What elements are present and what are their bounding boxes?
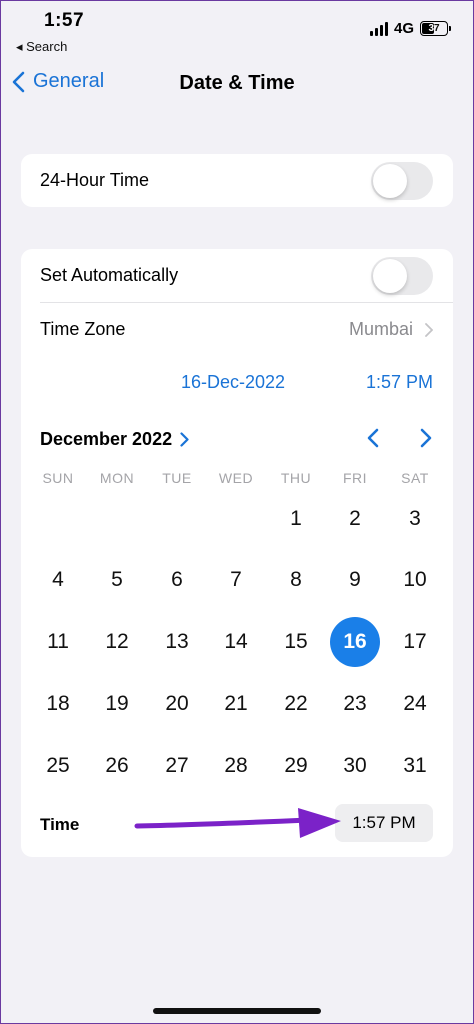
hour24-toggle[interactable] (371, 162, 433, 200)
calendar-day[interactable]: 8 (271, 555, 321, 605)
weekday-header-wed: WED (218, 470, 254, 486)
calendar-day[interactable]: 3 (390, 494, 440, 544)
calendar-day[interactable]: 22 (271, 679, 321, 729)
calendar-day[interactable]: 25 (33, 741, 83, 791)
weekday-header-sun: SUN (42, 470, 74, 486)
previous-month-button[interactable] (366, 427, 380, 454)
time-picker-value: 1:57 PM (352, 813, 416, 832)
weekday-header-sat: SAT (401, 470, 429, 486)
calendar-day[interactable]: 27 (152, 741, 202, 791)
calendar-day[interactable]: 5 (92, 555, 142, 605)
hour24-label: 24-Hour Time (40, 170, 150, 190)
annotation-arrow-icon (134, 808, 341, 838)
month-year-label: December 2022 (40, 429, 173, 449)
set-automatically-label: Set Automatically (40, 265, 179, 285)
time-zone-value: Mumbai (348, 319, 413, 339)
calendar-day[interactable]: 4 (33, 555, 83, 605)
calendar-day[interactable]: 31 (390, 741, 440, 791)
weekday-header-mon: MON (99, 470, 135, 486)
time-picker-button[interactable]: 1:57 PM (335, 804, 433, 842)
calendar-day-selected[interactable]: 16 (330, 617, 380, 667)
calendar-day[interactable]: 12 (92, 617, 142, 667)
calendar-day[interactable]: 2 (330, 494, 380, 544)
chevron-right-icon (425, 322, 433, 337)
calendar-day[interactable]: 10 (390, 555, 440, 605)
calendar-day[interactable]: 9 (330, 555, 380, 605)
calendar-day[interactable]: 23 (330, 679, 380, 729)
weekday-header-fri: FRI (342, 470, 368, 486)
time-zone-row[interactable]: Time Zone Mumbai (21, 303, 453, 356)
calendar-day[interactable]: 29 (271, 741, 321, 791)
calendar-day[interactable]: 21 (211, 679, 261, 729)
page-title: Date & Time (179, 72, 295, 94)
status-indicators: 4G 37 (369, 20, 451, 37)
calendar-day[interactable]: 7 (211, 555, 261, 605)
calendar-day[interactable]: 24 (390, 679, 440, 729)
back-to-app-link[interactable]: ◂ Search (16, 39, 67, 55)
home-indicator[interactable] (153, 1008, 321, 1014)
calendar-day[interactable]: 13 (152, 617, 202, 667)
calendar-day[interactable]: 26 (92, 741, 142, 791)
calendar-day[interactable]: 20 (152, 679, 202, 729)
weekday-header-thu: THU (280, 470, 312, 486)
set-automatically-toggle[interactable] (371, 257, 433, 295)
calendar-day[interactable]: 30 (330, 741, 380, 791)
time-zone-label: Time Zone (40, 319, 126, 339)
signal-icon (369, 21, 388, 36)
chevron-left-icon (367, 428, 379, 448)
calendar-day[interactable]: 14 (211, 617, 261, 667)
calendar-day[interactable]: 19 (92, 679, 142, 729)
month-year-selector[interactable]: December 2022 (40, 429, 189, 450)
calendar-day[interactable]: 1 (271, 494, 321, 544)
battery-level: 37 (428, 23, 440, 34)
calendar-day[interactable]: 6 (152, 555, 202, 605)
time-row-label: Time (40, 815, 80, 834)
time-value[interactable]: 1:57 PM (366, 372, 433, 393)
calendar-day[interactable]: 28 (211, 741, 261, 791)
network-type: 4G (393, 20, 414, 37)
weekday-header-tue: TUE (162, 470, 192, 486)
status-time: 1:57 (44, 10, 85, 31)
calendar-day[interactable]: 15 (271, 617, 321, 667)
chevron-right-icon (180, 432, 189, 447)
calendar-day[interactable]: 11 (33, 617, 83, 667)
hour24-card: 24-Hour Time (21, 154, 453, 207)
next-month-button[interactable] (419, 427, 433, 454)
date-time-card: Set Automatically Time Zone Mumbai 16-De… (21, 249, 453, 857)
chevron-right-icon (420, 428, 432, 448)
calendar-day[interactable]: 18 (33, 679, 83, 729)
date-value[interactable]: 16-Dec-2022 (181, 372, 285, 393)
calendar-day[interactable]: 17 (390, 617, 440, 667)
battery-icon: 37 (420, 21, 451, 36)
